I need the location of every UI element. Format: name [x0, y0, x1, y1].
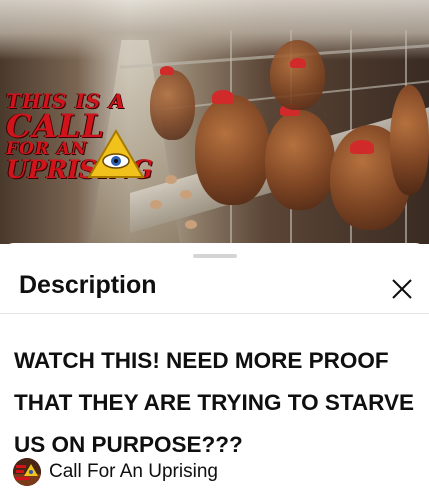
channel-avatar[interactable] — [13, 458, 41, 486]
description-sheet: Description WATCH THIS! NEED MORE PROOF … — [0, 243, 429, 500]
hen — [390, 85, 429, 195]
channel-name[interactable]: Call For An Uprising — [49, 461, 218, 483]
egg — [165, 175, 177, 184]
description-text: WATCH THIS! NEED MORE PROOF THAT THEY AR… — [14, 348, 415, 457]
pyramid-eye-icon — [87, 129, 145, 178]
divider — [0, 313, 429, 314]
channel-link[interactable]: Call For An Uprising — [13, 457, 218, 487]
hen-comb — [212, 90, 234, 104]
egg — [150, 200, 162, 209]
hen-comb — [160, 66, 174, 75]
hen — [150, 70, 195, 140]
drag-handle[interactable] — [193, 254, 237, 258]
hen — [195, 95, 270, 205]
sheet-title: Description — [19, 271, 157, 299]
video-thumbnail[interactable]: THIS IS A CALL FOR AN UPRISING — [0, 0, 429, 244]
egg — [185, 220, 197, 229]
hen-comb — [350, 140, 374, 154]
close-icon[interactable] — [386, 273, 418, 305]
hen-comb — [290, 58, 306, 68]
hen — [265, 110, 335, 210]
egg — [180, 190, 192, 199]
close-button[interactable] — [386, 273, 418, 305]
channel-avatar-icon — [13, 458, 41, 486]
hen — [270, 40, 325, 110]
